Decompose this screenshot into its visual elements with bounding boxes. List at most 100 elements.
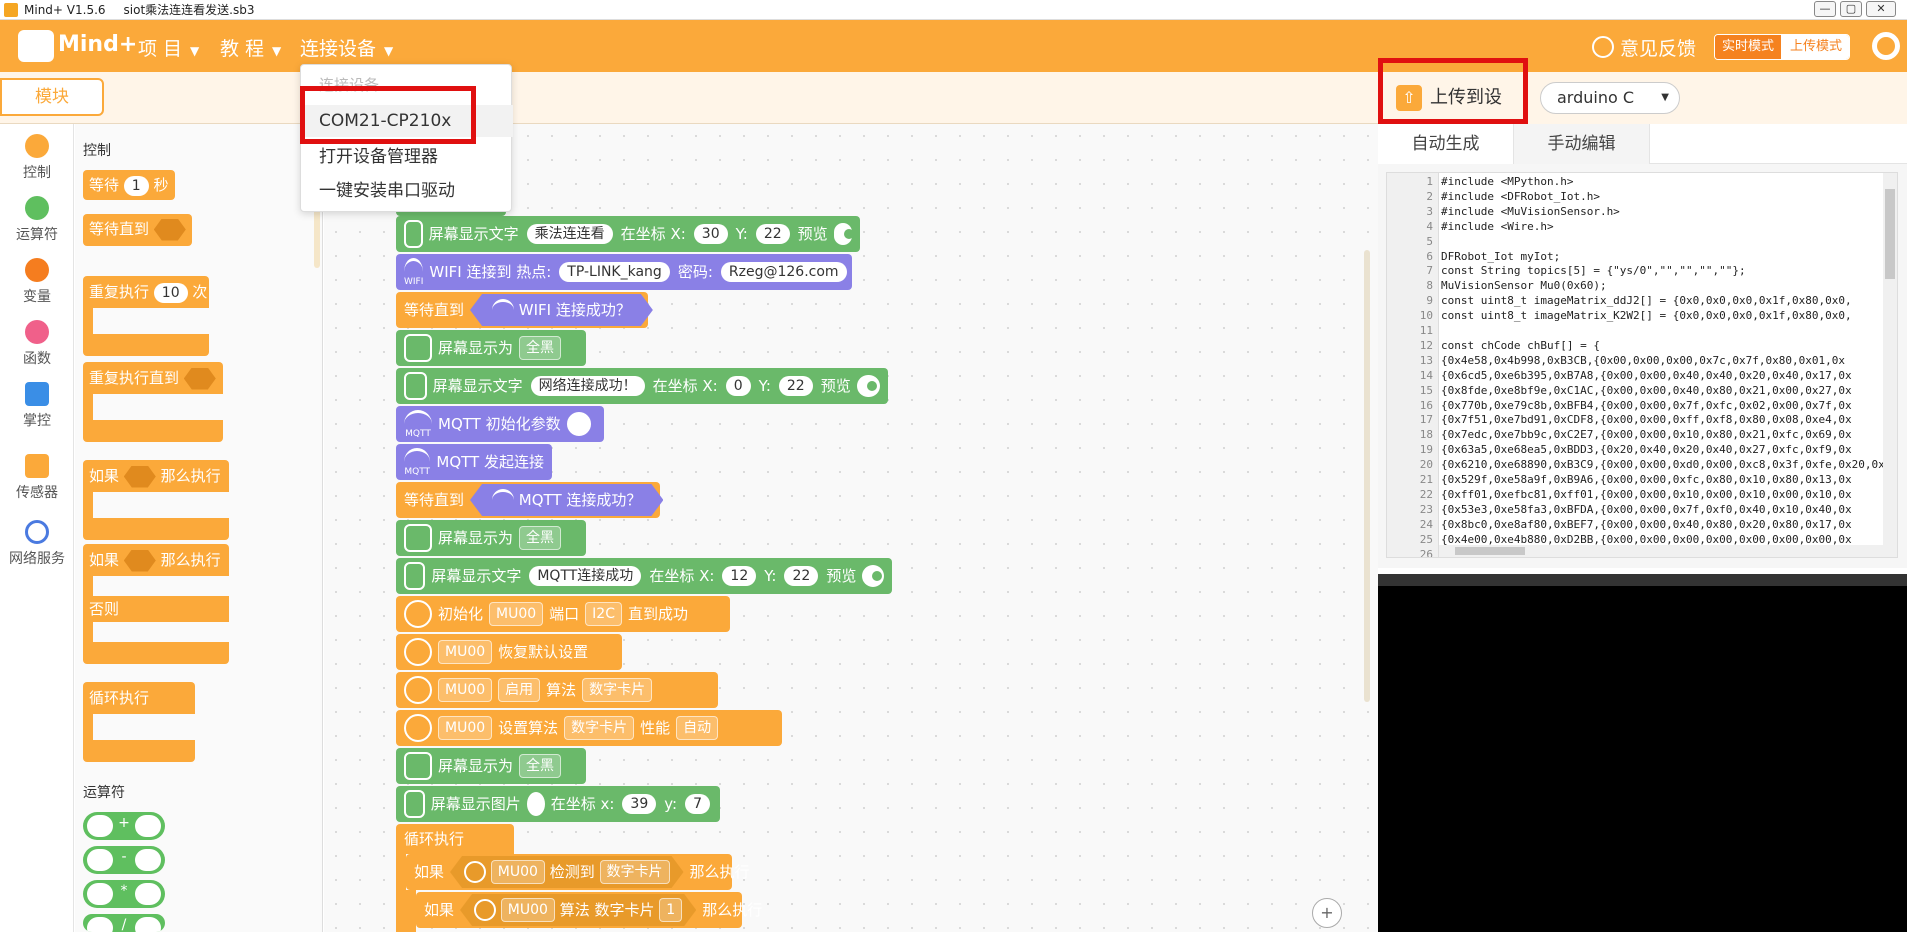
menu-project[interactable]: 项 目 ▼ xyxy=(138,34,199,61)
code-workspace[interactable]: 序 屏幕显示文字 乘法连连看 在坐标 X: 30 Y: 22 预览 WIFI W… xyxy=(324,124,1378,932)
mqtt-connect-block[interactable]: MQTT MQTT 发起连接 xyxy=(396,444,552,480)
number-input[interactable]: 7 xyxy=(685,794,710,814)
open-device-manager-item[interactable]: 打开设备管理器 xyxy=(301,141,513,173)
multiply-block[interactable]: * xyxy=(83,880,165,908)
fill-dropdown[interactable]: 全黑 xyxy=(519,336,562,360)
device-dropdown[interactable]: MU00 xyxy=(438,640,493,664)
if-then-block[interactable]: 如果 那么执行 xyxy=(83,460,229,540)
minimize-button[interactable]: — xyxy=(1814,1,1836,17)
number-input[interactable]: 10 xyxy=(153,282,188,303)
device-dropdown[interactable]: MU00 xyxy=(491,860,545,884)
code-horizontal-scrollbar[interactable] xyxy=(1439,545,1885,557)
subtract-block[interactable]: - xyxy=(83,846,165,874)
category-sensors[interactable]: 传感器 xyxy=(0,454,74,502)
number-input[interactable]: 22 xyxy=(755,224,790,244)
eye-icon[interactable] xyxy=(833,223,855,245)
mu-enable-algorithm-block[interactable]: MU00 启用 算法 数字卡片 xyxy=(396,672,718,708)
text-input[interactable]: 网络连接成功！ xyxy=(530,376,645,396)
text-input[interactable]: 乘法连连看 xyxy=(526,224,613,244)
code-editor[interactable]: 1 2 3 4 5 6 7 8 9 10 11 12 13 14 15 16 17 18 19 20 21 22 23 24 2… xyxy=(1386,172,1898,558)
algorithm-dropdown[interactable]: 数字卡片 xyxy=(600,860,670,884)
repeat-times-block[interactable]: 重复执行 10 次 xyxy=(83,276,209,356)
detect-condition[interactable]: MU00 检测到 数字卡片 xyxy=(450,856,684,888)
number-input[interactable]: 1 xyxy=(123,175,149,196)
algorithm-dropdown[interactable]: 数字卡片 xyxy=(564,716,635,740)
gear-icon[interactable] xyxy=(1872,32,1900,60)
oled-image-block[interactable]: 屏幕显示图片 在坐标 x: 39 y: 7 xyxy=(396,786,720,822)
forever-block[interactable]: 循环执行 xyxy=(83,682,195,762)
menu-tutorial[interactable]: 教 程 ▼ xyxy=(220,34,281,61)
bus-dropdown[interactable]: I2C xyxy=(585,602,622,626)
category-control[interactable]: 控制 xyxy=(0,134,74,182)
eye-icon[interactable] xyxy=(856,375,880,397)
category-variables[interactable]: 变量 xyxy=(0,258,74,306)
device-dropdown[interactable]: MU00 xyxy=(438,678,493,702)
category-functions[interactable]: 函数 xyxy=(0,320,74,368)
number-input[interactable]: 39 xyxy=(622,794,657,814)
oled-fill-block[interactable]: 屏幕显示为 全黑 xyxy=(396,520,586,556)
algorithm-dropdown[interactable]: 数字卡片 xyxy=(582,678,653,702)
menu-connect[interactable]: 连接设备 ▼ xyxy=(300,34,393,61)
tab-modules[interactable]: 模块 xyxy=(0,78,104,116)
repeat-until-block[interactable]: 重复执行直到 xyxy=(83,362,223,442)
upload-mode-button[interactable]: 上传模式 xyxy=(1781,35,1849,59)
mu-reset-block[interactable]: MU00 恢复默认设置 xyxy=(396,634,622,670)
tab-auto-generate[interactable]: 自动生成 xyxy=(1378,124,1514,164)
oled-text-block[interactable]: 屏幕显示文字 网络连接成功！ 在坐标 X: 0 Y: 22 预览 xyxy=(396,368,888,404)
wait-until-wifi-block[interactable]: 等待直到 WIFI 连接成功？ xyxy=(396,292,648,328)
fill-dropdown[interactable]: 全黑 xyxy=(519,754,562,778)
wait-seconds-block[interactable]: 等待 1 秒 xyxy=(83,170,175,200)
category-operators[interactable]: 运算符 xyxy=(0,196,74,244)
number-input[interactable]: 22 xyxy=(778,376,813,396)
wait-until-block[interactable]: 等待直到 xyxy=(83,214,192,246)
category-network[interactable]: 网络服务 xyxy=(0,520,74,568)
divide-block[interactable]: / xyxy=(83,914,165,932)
close-button[interactable]: ✕ xyxy=(1866,1,1896,17)
realtime-mode-button[interactable]: 实时模式 xyxy=(1715,35,1781,59)
eye-icon[interactable] xyxy=(862,565,884,587)
device-dropdown[interactable]: MU00 xyxy=(489,602,544,626)
if-else-block[interactable]: 如果 那么执行 否则 xyxy=(83,544,229,664)
text-input[interactable]: MQTT连接成功 xyxy=(529,566,642,586)
wifi-connected-condition[interactable]: WIFI 连接成功？ xyxy=(470,294,653,326)
forever-loop-block[interactable]: 循环执行 xyxy=(396,824,514,854)
if-detect-block[interactable]: 如果 MU00 检测到 数字卡片 那么执行 xyxy=(406,854,750,890)
serial-terminal[interactable] xyxy=(1378,574,1907,932)
oled-fill-block[interactable]: 屏幕显示为 全黑 xyxy=(396,330,586,366)
image-picker-icon[interactable] xyxy=(526,792,545,816)
maximize-button[interactable]: ▢ xyxy=(1840,1,1862,17)
install-driver-item[interactable]: 一键安装串口驱动 xyxy=(301,175,513,207)
number-input[interactable]: 12 xyxy=(722,566,757,586)
oled-text-block[interactable]: 屏幕显示文字 MQTT连接成功 在坐标 X: 12 Y: 22 预览 xyxy=(396,558,892,594)
help-icon[interactable] xyxy=(1592,36,1614,58)
mu-init-block[interactable]: 初始化 MU00 端口 I2C 直到成功 xyxy=(396,596,730,632)
feedback-link[interactable]: 意见反馈 xyxy=(1620,34,1696,61)
wait-until-mqtt-block[interactable]: 等待直到 MQTT 连接成功？ xyxy=(396,482,660,518)
zoom-in-button[interactable]: + xyxy=(1312,898,1342,928)
workspace-scrollbar[interactable] xyxy=(1364,250,1370,702)
number-input[interactable]: 22 xyxy=(784,566,819,586)
password-input[interactable]: Rzeg@126.com xyxy=(720,262,847,282)
oled-text-block[interactable]: 屏幕显示文字 乘法连连看 在坐标 X: 30 Y: 22 预览 xyxy=(396,216,860,252)
oled-fill-block[interactable]: 屏幕显示为 全黑 xyxy=(396,748,586,784)
number-input[interactable]: 0 xyxy=(725,376,751,396)
algorithm-condition[interactable]: MU00 算法 数字卡片 1 xyxy=(460,894,696,926)
number-input[interactable]: 30 xyxy=(693,224,728,244)
device-dropdown[interactable]: MU00 xyxy=(501,898,555,922)
performance-dropdown[interactable]: 自动 xyxy=(676,716,719,740)
code-vertical-scrollbar[interactable] xyxy=(1883,173,1897,557)
ssid-input[interactable]: TP-LINK_kang xyxy=(559,262,670,282)
device-dropdown[interactable]: MU00 xyxy=(438,716,493,740)
tab-manual-edit[interactable]: 手动编辑 xyxy=(1514,124,1650,164)
mu-set-algorithm-block[interactable]: MU00 设置算法 数字卡片 性能 自动 xyxy=(396,710,782,746)
number-dropdown[interactable]: 1 xyxy=(659,898,682,922)
board-select[interactable]: arduino C ▼ xyxy=(1540,82,1680,114)
mqtt-init-block[interactable]: MQTT MQTT 初始化参数 xyxy=(396,406,604,442)
mqtt-connected-condition[interactable]: MQTT 连接成功？ xyxy=(470,484,663,516)
category-handpy[interactable]: 掌控 xyxy=(0,382,74,430)
if-algorithm-block[interactable]: 如果 MU00 算法 数字卡片 1 那么执行 xyxy=(416,892,762,928)
fill-dropdown[interactable]: 全黑 xyxy=(519,526,562,550)
state-dropdown[interactable]: 启用 xyxy=(498,678,541,702)
wifi-connect-block[interactable]: WIFI WIFI 连接到 热点: TP-LINK_kang 密码: Rzeg@… xyxy=(396,254,852,290)
add-block[interactable]: + xyxy=(83,812,165,840)
